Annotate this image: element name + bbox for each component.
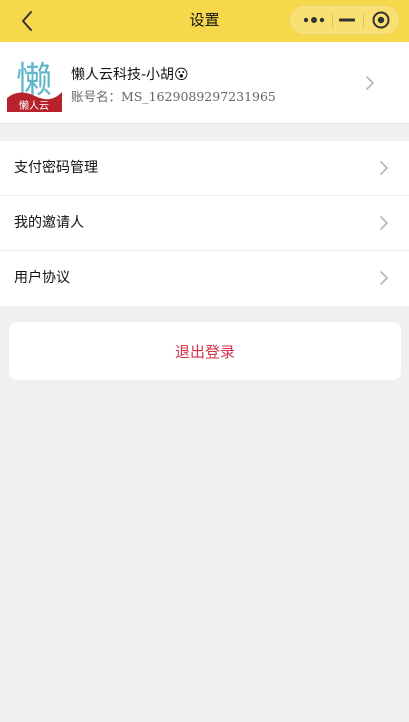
close-target-icon: [372, 11, 390, 29]
chevron-right-icon: [380, 216, 388, 230]
menu-item-user-agreement[interactable]: 用户协议: [0, 251, 409, 306]
minimize-icon: [339, 18, 355, 22]
more-button[interactable]: [296, 6, 332, 34]
close-button[interactable]: [364, 6, 398, 34]
logout-button[interactable]: 退出登录: [9, 322, 401, 380]
account-value: MS_1629089297231965: [121, 89, 276, 104]
avatar: 懒 懒人云: [7, 58, 62, 112]
nav-bar: 设置: [0, 0, 409, 42]
profile-card[interactable]: 懒 懒人云 懒人云科技-小胡😮 账号名：MS_1629089297231965: [0, 42, 409, 124]
chevron-right-icon: [366, 76, 374, 90]
account-label: 账号名：: [71, 89, 122, 104]
mini-program-capsule: [289, 5, 400, 35]
menu-item-label: 我的邀请人: [14, 215, 84, 231]
logout-label: 退出登录: [174, 342, 235, 361]
settings-menu: 支付密码管理 我的邀请人 用户协议: [0, 141, 409, 306]
account-line: 账号名：MS_1629089297231965: [71, 86, 276, 105]
avatar-subtext: 懒人云: [19, 99, 49, 112]
chevron-right-icon: [380, 161, 388, 175]
profile-name: 懒人云科技-小胡😮: [71, 67, 189, 83]
more-dots-icon: [303, 17, 325, 23]
menu-item-payment-password[interactable]: 支付密码管理: [0, 141, 409, 196]
menu-item-label: 用户协议: [14, 270, 70, 286]
minimize-button[interactable]: [333, 6, 361, 34]
chevron-right-icon: [380, 271, 388, 285]
menu-item-my-inviter[interactable]: 我的邀请人: [0, 196, 409, 251]
menu-item-label: 支付密码管理: [14, 160, 98, 176]
